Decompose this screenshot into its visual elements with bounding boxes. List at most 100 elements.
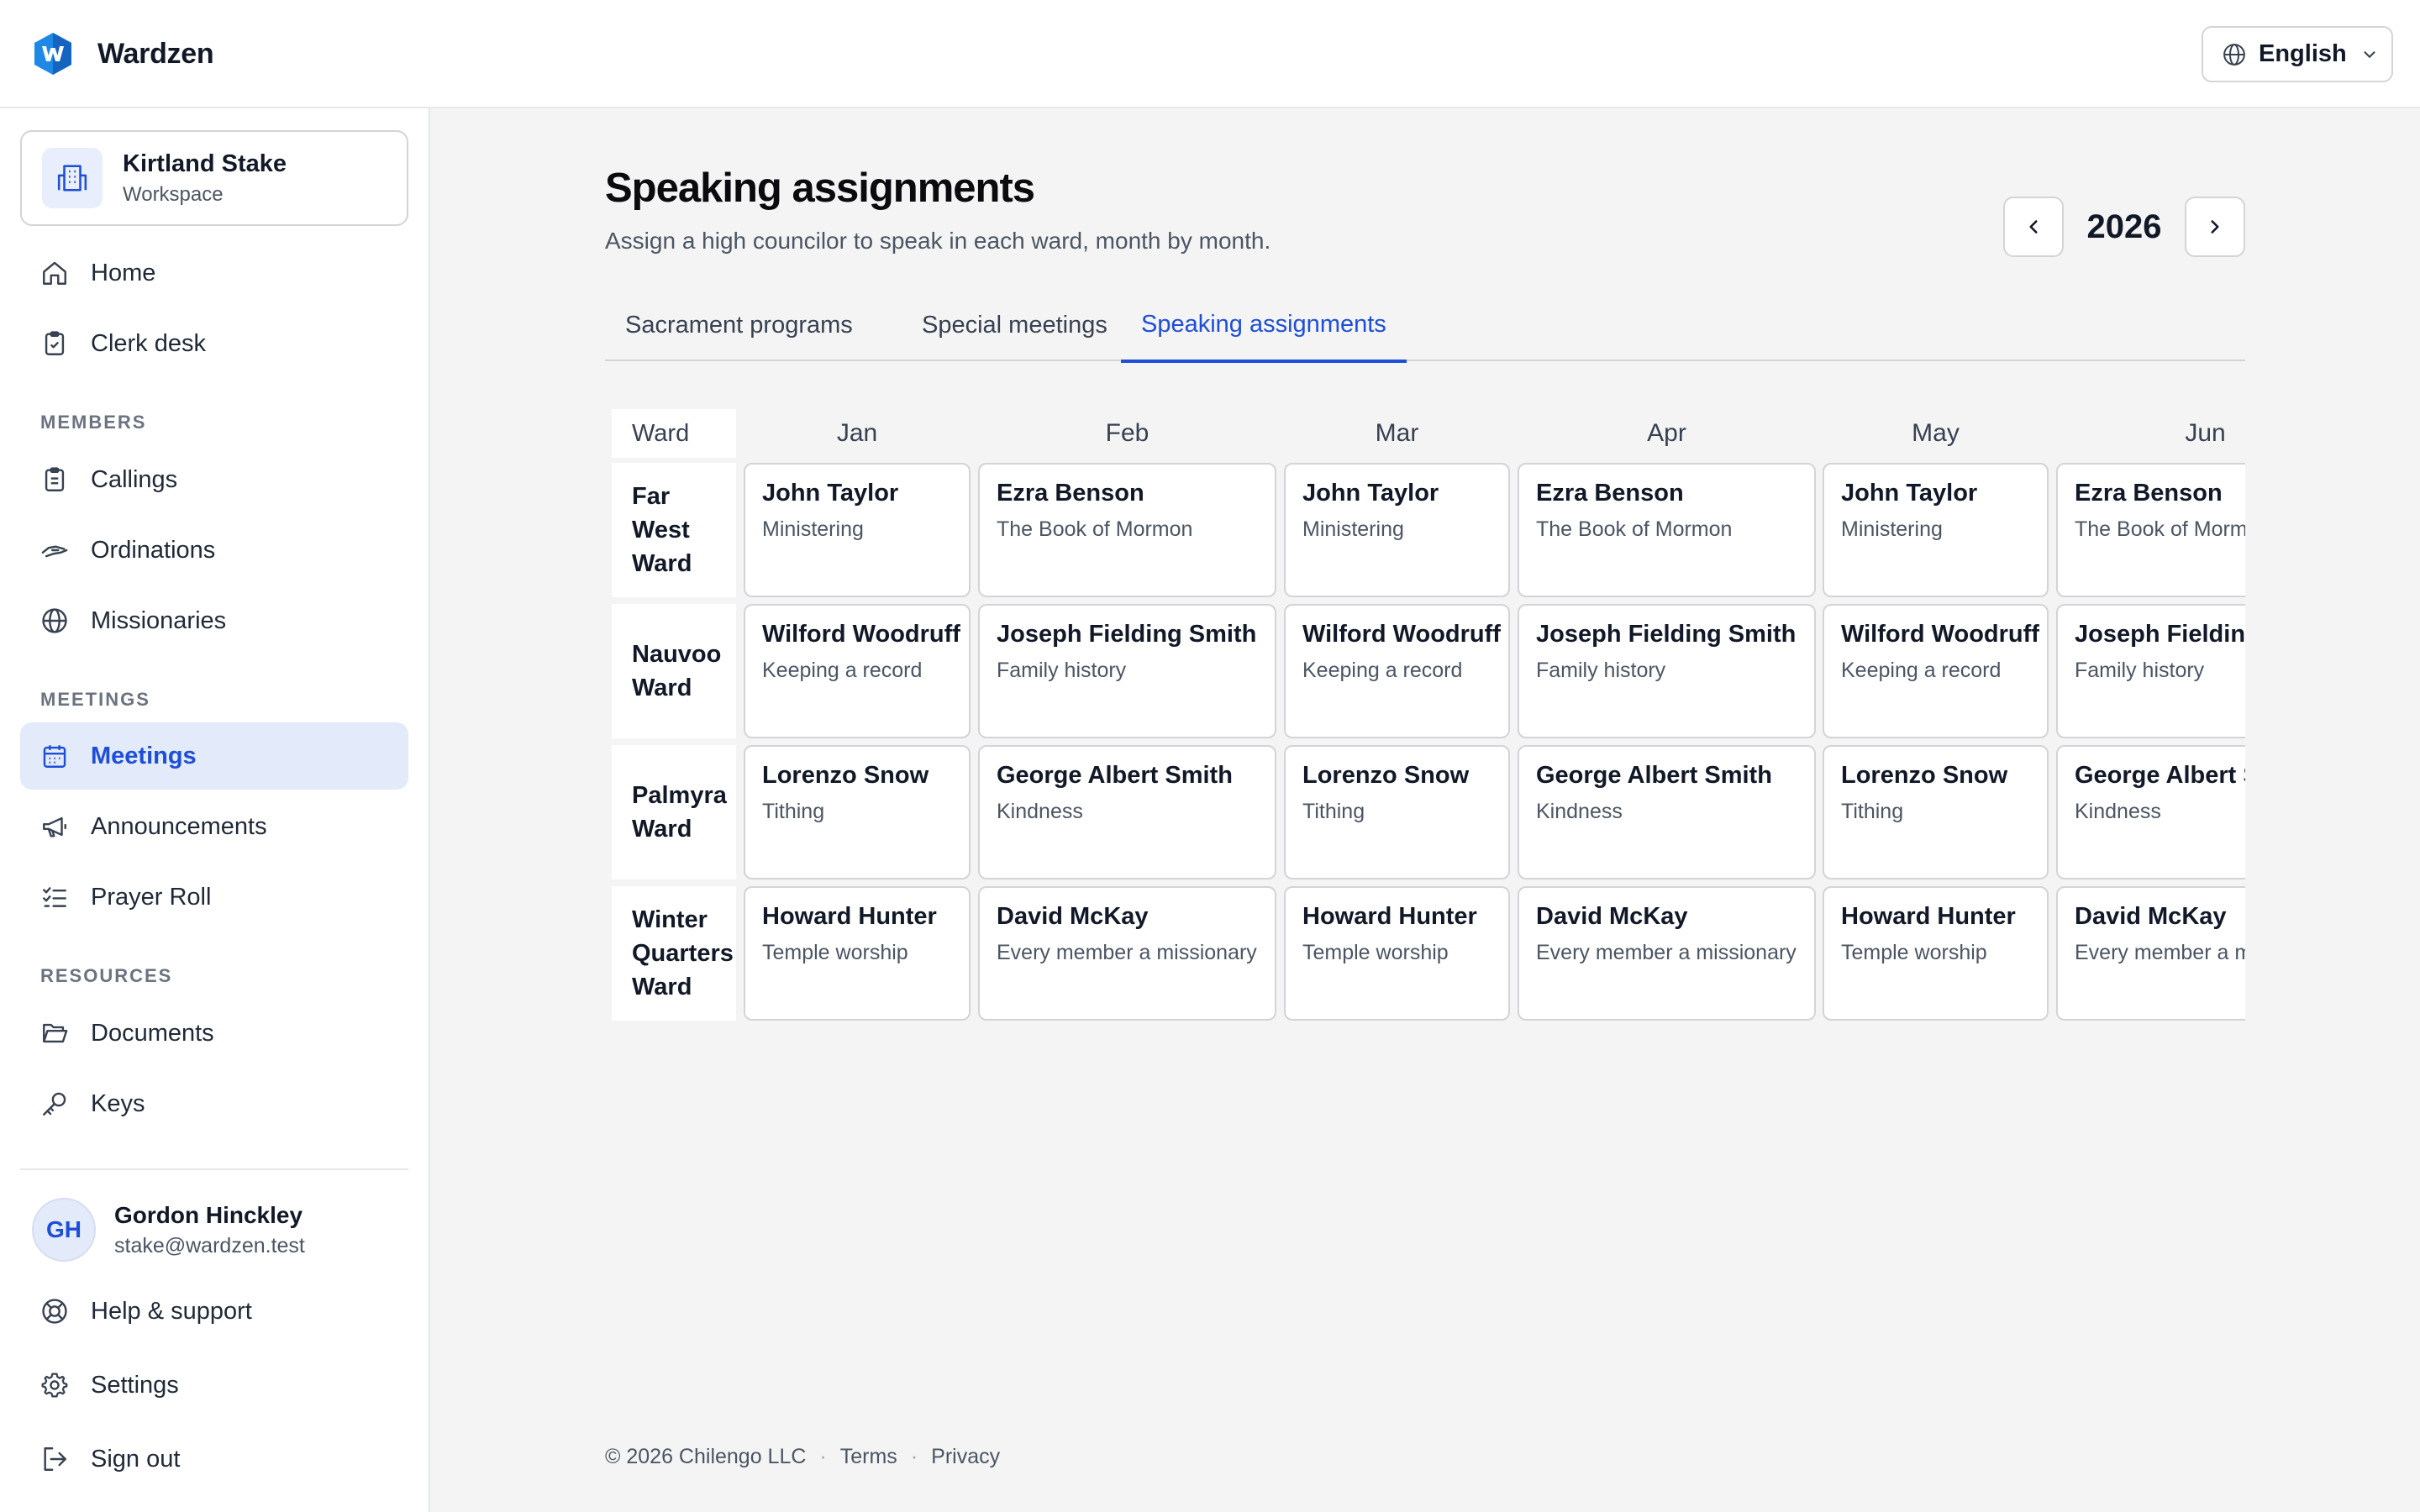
previous-year-button[interactable] — [2003, 197, 2064, 257]
assignment-cell[interactable]: Joseph Fielding Smith Family history — [978, 604, 1276, 738]
nav-item-help[interactable]: Help & support — [20, 1278, 408, 1345]
speaker-name: Joseph Fielding Smith — [2075, 621, 2245, 648]
talk-topic: Family history — [997, 659, 1127, 682]
nav-item-documents[interactable]: Documents — [20, 1000, 408, 1067]
speaking-assignments-grid: Ward Jan Feb Mar Apr May Jun Far West Ward John… — [605, 403, 2245, 1025]
speaker-name: Howard Hunter — [1841, 903, 2016, 930]
speaker-name: Lorenzo Snow — [1841, 762, 2008, 789]
speaker-name: George Albert Smith — [1536, 762, 1772, 789]
brand[interactable]: Wardzen — [32, 32, 214, 76]
assignment-cell[interactable]: Lorenzo Snow Tithing — [1284, 745, 1510, 879]
speaker-name: David McKay — [2075, 903, 2227, 930]
assignment-cell[interactable]: Ezra Benson The Book of Mormon — [978, 463, 1276, 597]
assignment-cell[interactable]: David McKay Every member a missionary — [2056, 886, 2245, 1021]
assignment-cell[interactable]: David McKay Every member a missionary — [1518, 886, 1816, 1021]
assignment-cell[interactable]: Ezra Benson The Book of Mormon — [1518, 463, 1816, 597]
talk-topic: Tithing — [1302, 800, 1365, 823]
footer-separator: · — [819, 1445, 827, 1468]
footer-separator: · — [910, 1445, 918, 1468]
nav-item-missionaries[interactable]: Missionaries — [20, 587, 408, 654]
key-icon — [43, 1092, 66, 1116]
month-header: Jun — [2185, 419, 2226, 447]
speaker-name: David McKay — [1536, 903, 1688, 930]
assignment-cell[interactable]: John Taylor Ministering — [1284, 463, 1510, 597]
nav-item-sign-out[interactable]: Sign out — [20, 1425, 408, 1493]
user-profile[interactable]: GH Gordon Hinckley stake@wardzen.test — [32, 1198, 305, 1262]
speaker-name: Lorenzo Snow — [762, 762, 929, 789]
assignment-cell[interactable]: George Albert Smith Kindness — [978, 745, 1276, 879]
assignment-cell[interactable]: Wilford Woodruff Keeping a record — [1284, 604, 1510, 738]
assignment-cell[interactable]: John Taylor Ministering — [744, 463, 971, 597]
chevron-right-icon — [2211, 220, 2219, 234]
assignment-cell[interactable]: Lorenzo Snow Tithing — [744, 745, 971, 879]
assignment-cell[interactable]: Howard Hunter Temple worship — [744, 886, 971, 1021]
gear-icon — [41, 1373, 68, 1398]
terms-link[interactable]: Terms — [840, 1445, 897, 1469]
talk-topic: Kindness — [2075, 800, 2161, 823]
nav-item-home[interactable]: Home — [20, 239, 408, 307]
nav-label-documents: Documents — [91, 1019, 214, 1047]
speaker-name: Joseph Fielding Smith — [997, 621, 1257, 648]
assignment-cell[interactable]: Wilford Woodruff Keeping a record — [1823, 604, 2049, 738]
nav-label-settings: Settings — [91, 1371, 179, 1399]
next-year-button[interactable] — [2185, 197, 2245, 257]
talk-topic: Kindness — [1536, 800, 1623, 823]
nav-label-clerk-desk: Clerk desk — [91, 329, 206, 357]
talk-topic: Every member a missionary — [997, 941, 1257, 964]
talk-topic: Ministering — [762, 517, 864, 541]
assignment-cell[interactable]: George Albert Smith Kindness — [1518, 745, 1816, 879]
assignment-cell[interactable]: Joseph Fielding Smith Family history — [2056, 604, 2245, 738]
speaker-name: Joseph Fielding Smith — [1536, 621, 1797, 648]
assignment-cell[interactable]: Wilford Woodruff Keeping a record — [744, 604, 971, 738]
assignment-cell[interactable]: Howard Hunter Temple worship — [1284, 886, 1510, 1021]
talk-topic: Keeping a record — [762, 659, 923, 682]
nav-item-callings[interactable]: Callings — [20, 446, 408, 513]
tab-sacrament-programs[interactable]: Sacrament programs — [605, 299, 873, 361]
nav-item-settings[interactable]: Settings — [20, 1352, 408, 1419]
user-name: Gordon Hinckley — [114, 1201, 303, 1228]
user-email: stake@wardzen.test — [114, 1233, 305, 1257]
sign-out-icon — [44, 1447, 66, 1471]
nav-item-meetings[interactable]: Meetings — [20, 722, 408, 790]
nav-label-help: Help & support — [91, 1297, 252, 1325]
lifebuoy-icon — [42, 1299, 67, 1324]
talk-topic: The Book of Mormon — [2075, 517, 2245, 541]
tab-speaking-assignments[interactable]: Speaking assignments — [1121, 299, 1407, 363]
nav-label-prayer-roll: Prayer Roll — [91, 883, 212, 911]
section-label-meetings: MEETINGS — [40, 689, 150, 710]
month-header: Feb — [1105, 419, 1150, 447]
assignment-cell[interactable]: David McKay Every member a missionary — [978, 886, 1276, 1021]
nav-item-prayer-roll[interactable]: Prayer Roll — [20, 864, 408, 931]
talk-topic: Every member a missionary — [1536, 941, 1797, 964]
nav-label-ordinations: Ordinations — [91, 536, 216, 564]
tab-special-meetings[interactable]: Special meetings — [902, 299, 1128, 361]
ward-column-header: Ward — [612, 409, 736, 458]
year-navigator: 2026 — [2003, 197, 2245, 257]
assignment-cell[interactable]: Joseph Fielding Smith Family history — [1518, 604, 1816, 738]
nav-item-announcements[interactable]: Announcements — [20, 793, 408, 860]
speaker-name: Lorenzo Snow — [1302, 762, 1470, 789]
workspace-switcher[interactable]: Kirtland Stake Workspace — [20, 130, 408, 226]
assignment-cell[interactable]: Howard Hunter Temple worship — [1823, 886, 2049, 1021]
wardzen-logo-icon — [34, 33, 71, 75]
assignment-cell[interactable]: Ezra Benson The Book of Mormon — [2056, 463, 2245, 597]
nav-label-meetings: Meetings — [91, 742, 197, 769]
talk-topic: Family history — [2075, 659, 2205, 682]
nav-item-ordinations[interactable]: Ordinations — [20, 517, 408, 584]
checklist-icon — [43, 887, 66, 907]
talk-topic: Temple worship — [762, 941, 908, 964]
assignment-cell[interactable]: John Taylor Ministering — [1823, 463, 2049, 597]
month-header: Jan — [836, 419, 878, 447]
language-selector[interactable]: English — [2202, 26, 2393, 82]
speaker-name: Ezra Benson — [2075, 480, 2223, 507]
privacy-link[interactable]: Privacy — [931, 1445, 1000, 1469]
assignment-cell[interactable]: Lorenzo Snow Tithing — [1823, 745, 2049, 879]
speaker-name: Ezra Benson — [1536, 480, 1684, 507]
nav-item-clerk-desk[interactable]: Clerk desk — [20, 310, 408, 377]
speaker-name: Ezra Benson — [997, 480, 1144, 507]
nav-item-keys[interactable]: Keys — [20, 1070, 408, 1137]
month-header: May — [1912, 419, 1960, 447]
talk-topic: Every member a missionary — [2075, 941, 2245, 964]
assignment-cell[interactable]: George Albert Smith Kindness — [2056, 745, 2245, 879]
talk-topic: Temple worship — [1302, 941, 1449, 964]
